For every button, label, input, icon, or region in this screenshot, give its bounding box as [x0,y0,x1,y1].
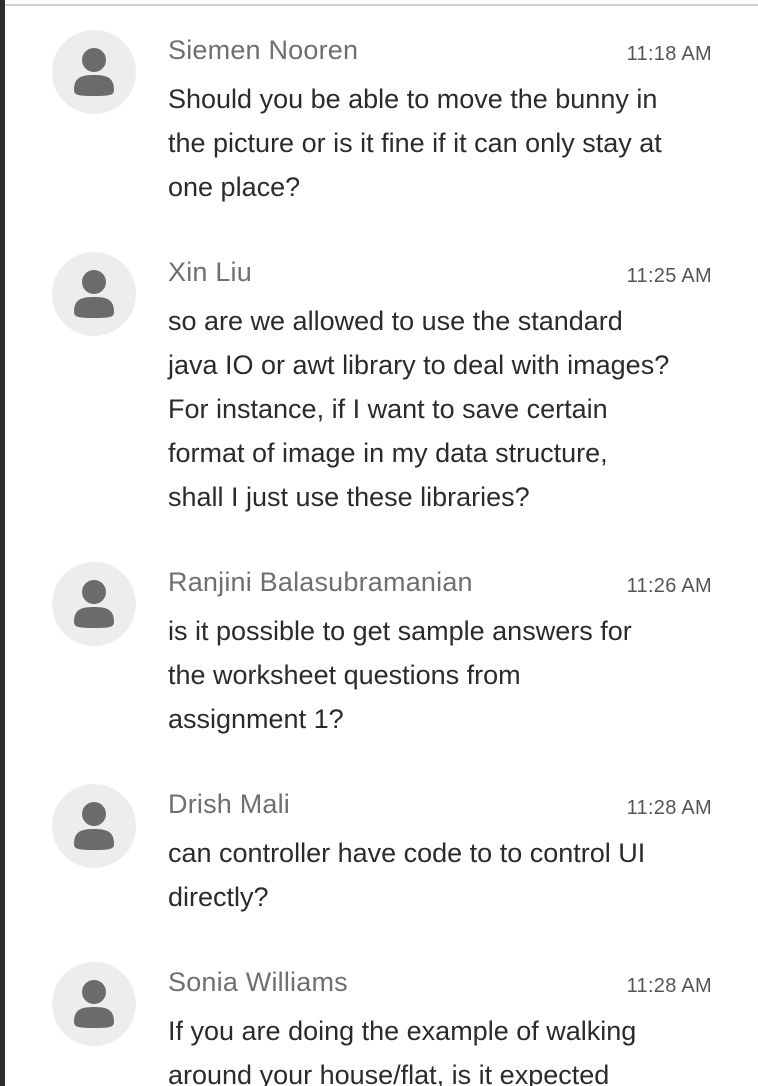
left-edge-bar [0,0,5,1086]
message-author: Xin Liu [168,257,252,287]
user-placeholder-icon [52,962,136,1046]
chat-page: Siemen Nooren 11:18 AM Should you be abl… [0,0,758,1086]
user-placeholder-icon [52,30,136,114]
message-author: Sonia Williams [168,967,348,997]
user-placeholder-icon [52,252,136,336]
message-time: 11:28 AM [626,797,712,819]
user-placeholder-icon [52,562,136,646]
message-author: Siemen Nooren [168,35,359,65]
message-text: If you are doing the example of walking … [168,1016,637,1086]
message-text: Should you be able to move the bunny in … [168,84,662,202]
message-time: 11:26 AM [626,575,712,597]
message-time: 11:18 AM [626,43,712,65]
top-divider [0,4,758,6]
message-time: 11:25 AM [626,265,712,287]
message-author: Ranjini Balasubramanian [168,567,473,597]
user-placeholder-icon [52,784,136,868]
message-text: so are we allowed to use the standard ja… [168,306,670,512]
message-time: 11:28 AM [626,975,712,997]
message-author: Drish Mali [168,789,291,819]
message-text: can controller have code to to control U… [168,838,646,912]
message-text: is it possible to get sample answers for… [168,616,632,734]
